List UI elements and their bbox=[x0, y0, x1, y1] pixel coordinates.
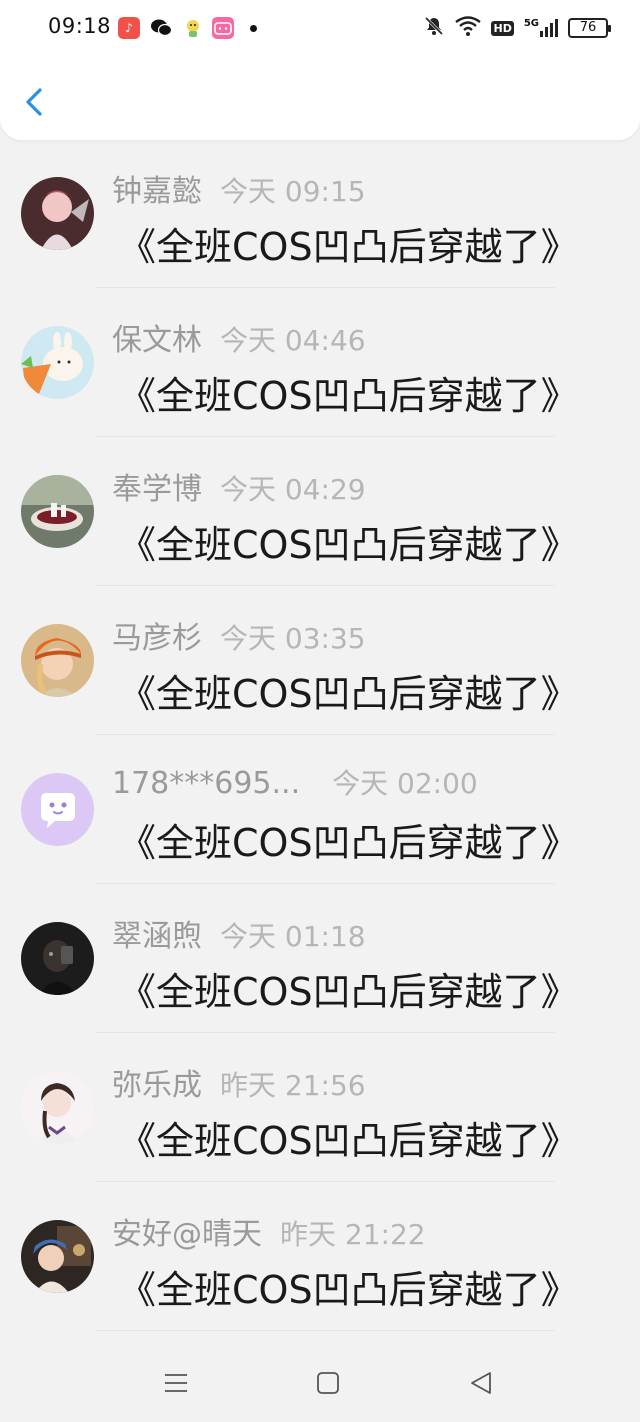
mute-icon bbox=[423, 15, 445, 41]
avatar[interactable] bbox=[21, 1071, 94, 1144]
music-app-icon: ♪ bbox=[118, 17, 140, 39]
sender-name: 安好@晴天 bbox=[112, 1217, 262, 1252]
list-item[interactable]: 钟嘉懿 今天 09:15 《全班COS凹凸后穿越了》 bbox=[0, 140, 640, 289]
message-text: 《全班COS凹凸后穿越了》 bbox=[118, 672, 579, 716]
list-item[interactable]: 奉学博 今天 04:29 《全班COS凹凸后穿越了》 bbox=[0, 438, 640, 587]
avatar[interactable] bbox=[21, 475, 94, 548]
list-item[interactable]: 翠涵煦 今天 01:18 《全班COS凹凸后穿越了》 bbox=[0, 885, 640, 1034]
message-list: 钟嘉懿 今天 09:15 《全班COS凹凸后穿越了》 保文林 今天 04:46 … bbox=[0, 140, 640, 1332]
message-time: 昨天 21:22 bbox=[280, 1218, 426, 1251]
back-triangle-icon[interactable] bbox=[466, 1368, 496, 1398]
list-item[interactable]: 保文林 今天 04:46 《全班COS凹凸后穿越了》 bbox=[0, 289, 640, 438]
system-nav-bar bbox=[0, 1340, 640, 1422]
message-time: 今天 04:29 bbox=[220, 473, 366, 506]
sender-name: 弥乐成 bbox=[112, 1068, 202, 1103]
sender-name: 马彦杉 bbox=[112, 621, 202, 656]
message-text: 《全班COS凹凸后穿越了》 bbox=[118, 821, 579, 865]
list-item[interactable]: 178***695... 今天 02:00 《全班COS凹凸后穿越了》 bbox=[0, 736, 640, 885]
sender-name: 翠涵煦 bbox=[112, 919, 202, 954]
sender-row: 翠涵煦 今天 01:18 bbox=[112, 911, 366, 954]
sender-name: 钟嘉懿 bbox=[112, 174, 202, 209]
avatar[interactable] bbox=[21, 1220, 94, 1293]
message-text: 《全班COS凹凸后穿越了》 bbox=[118, 225, 579, 269]
message-time: 今天 09:15 bbox=[220, 175, 366, 208]
sender-row: 奉学博 今天 04:29 bbox=[112, 464, 366, 507]
home-icon[interactable] bbox=[313, 1368, 343, 1398]
signal-5g-icon: 5G bbox=[524, 19, 558, 37]
more-notifications-dot bbox=[250, 25, 257, 32]
message-text: 《全班COS凹凸后穿越了》 bbox=[118, 1119, 579, 1163]
sender-row: 弥乐成 昨天 21:56 bbox=[112, 1060, 366, 1103]
sender-row: 钟嘉懿 今天 09:15 bbox=[112, 166, 366, 209]
battery-icon: 76 bbox=[568, 18, 611, 38]
message-time: 今天 03:35 bbox=[220, 622, 366, 655]
list-item[interactable]: 马彦杉 今天 03:35 《全班COS凹凸后穿越了》 bbox=[0, 587, 640, 736]
status-time: 09:18 bbox=[48, 14, 112, 38]
status-bar: 09:18 ♪ HD 5G 76 bbox=[0, 0, 640, 58]
avatar[interactable] bbox=[21, 624, 94, 697]
message-time: 昨天 21:56 bbox=[220, 1069, 366, 1102]
wifi-icon bbox=[455, 16, 482, 40]
sender-row: 保文林 今天 04:46 bbox=[112, 315, 366, 358]
divider bbox=[95, 883, 555, 884]
divider bbox=[95, 585, 555, 586]
wechat-icon bbox=[150, 17, 172, 39]
mascot-app-icon bbox=[182, 17, 204, 39]
top-app-bar bbox=[0, 58, 640, 140]
avatar[interactable] bbox=[21, 773, 94, 846]
message-text: 《全班COS凹凸后穿越了》 bbox=[118, 374, 579, 418]
message-time: 今天 01:18 bbox=[220, 920, 366, 953]
divider bbox=[95, 1330, 555, 1331]
sender-row: 马彦杉 今天 03:35 bbox=[112, 613, 366, 656]
message-time: 今天 04:46 bbox=[220, 324, 366, 357]
sender-name: 178***695... bbox=[112, 766, 301, 801]
message-text: 《全班COS凹凸后穿越了》 bbox=[118, 523, 579, 567]
avatar[interactable] bbox=[21, 326, 94, 399]
avatar[interactable] bbox=[21, 177, 94, 250]
menu-icon[interactable] bbox=[161, 1368, 191, 1398]
avatar[interactable] bbox=[21, 922, 94, 995]
list-item[interactable]: 弥乐成 昨天 21:56 《全班COS凹凸后穿越了》 bbox=[0, 1034, 640, 1183]
divider bbox=[95, 1181, 555, 1182]
sender-name: 保文林 bbox=[112, 323, 202, 358]
system-icons: HD 5G 76 bbox=[423, 15, 611, 41]
sender-row: 安好@晴天 昨天 21:22 bbox=[112, 1209, 426, 1252]
message-text: 《全班COS凹凸后穿越了》 bbox=[118, 1268, 579, 1312]
divider bbox=[95, 734, 555, 735]
chevron-left-icon[interactable] bbox=[18, 82, 54, 122]
message-time: 今天 02:00 bbox=[332, 767, 478, 800]
sender-row: 178***695... 今天 02:00 bbox=[112, 762, 478, 802]
bilibili-icon bbox=[212, 17, 234, 39]
message-text: 《全班COS凹凸后穿越了》 bbox=[118, 970, 579, 1014]
hd-icon: HD bbox=[491, 20, 514, 36]
divider bbox=[95, 436, 555, 437]
sender-name: 奉学博 bbox=[112, 472, 202, 507]
divider bbox=[95, 1032, 555, 1033]
list-item[interactable]: 安好@晴天 昨天 21:22 《全班COS凹凸后穿越了》 bbox=[0, 1183, 640, 1332]
divider bbox=[95, 287, 555, 288]
